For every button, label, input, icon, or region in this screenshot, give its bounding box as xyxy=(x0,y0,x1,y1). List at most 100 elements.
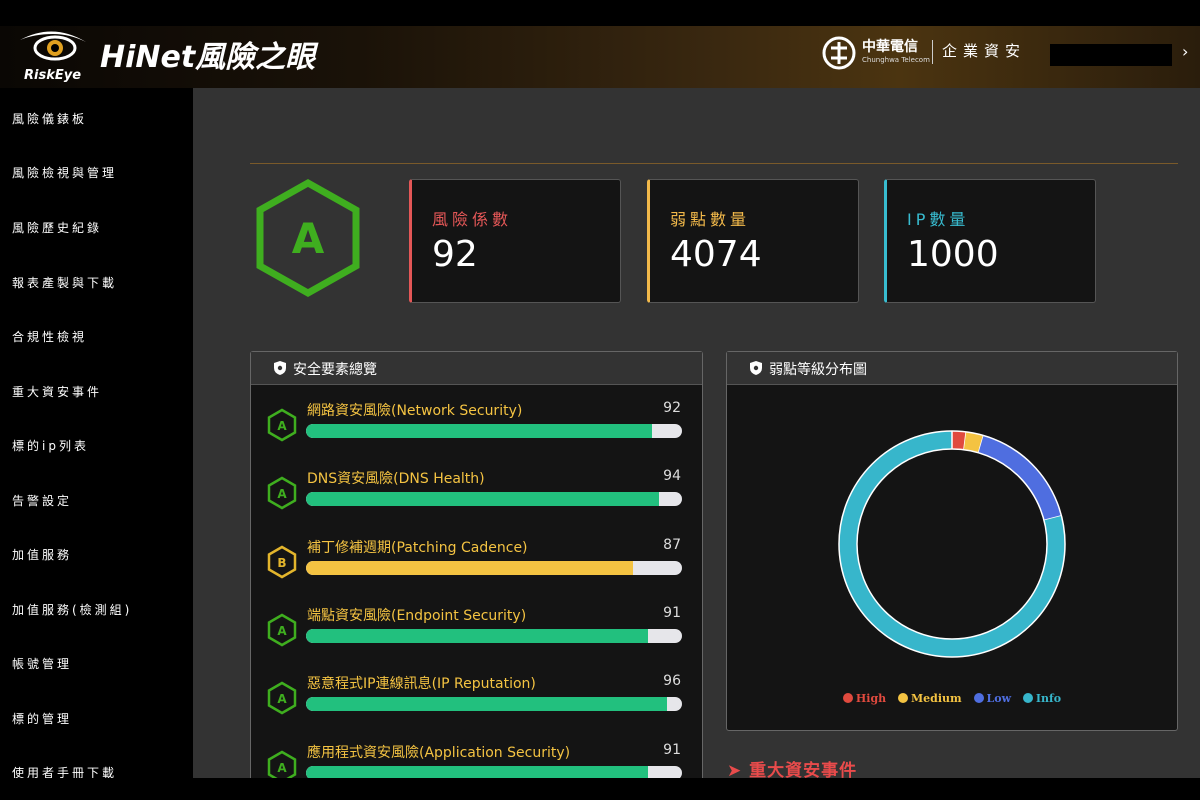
window-top-border xyxy=(0,0,1200,26)
row-score: 91 xyxy=(663,605,681,621)
stat-card-ip-count: IP數量 1000 xyxy=(884,179,1096,303)
score-bar-fill xyxy=(306,492,660,506)
vulnerability-donut-chart xyxy=(838,430,1066,658)
security-row[interactable]: A 惡意程式IP連線訊息(IP Reputation) 96 xyxy=(251,669,701,729)
grade-hexagon-icon: A xyxy=(267,681,297,715)
security-row[interactable]: A 端點資安風險(Endpoint Security) 91 xyxy=(251,601,701,661)
overall-grade-hexagon-icon: A xyxy=(256,178,360,298)
sidebar-item-compliance[interactable]: 合規性檢視 xyxy=(12,328,87,345)
grade-letter: A xyxy=(277,419,287,433)
grade-letter: B xyxy=(277,556,286,570)
sidebar-item-alert-settings[interactable]: 告警設定 xyxy=(12,492,72,509)
sidebar-item-value-added[interactable]: 加值服務 xyxy=(12,546,72,563)
grade-hexagon-icon: A xyxy=(267,476,297,510)
row-label: 補丁修補週期(Patching Cadence) xyxy=(307,540,528,556)
stat-label: 弱點數量 xyxy=(670,210,751,229)
user-account-box[interactable] xyxy=(1050,44,1172,66)
section-divider xyxy=(250,163,1178,164)
sidebar: 風險儀錶板 風險檢視與管理 風險歷史紀錄 報表產製與下載 合規性檢視 重大資安事… xyxy=(0,88,193,780)
company-subtitle: Chunghwa Telecom xyxy=(862,56,930,64)
main-content: A 風險係數 92 弱點數量 4074 IP數量 1000 安全要素總覽 A 網… xyxy=(193,88,1200,778)
legend-item-low[interactable]: Low xyxy=(973,692,1012,705)
stat-value: 92 xyxy=(432,234,478,275)
security-row[interactable]: A 應用程式資安風險(Application Security) 91 xyxy=(251,738,701,778)
legend-item-high[interactable]: High xyxy=(842,692,887,705)
legend-label: High xyxy=(855,692,887,705)
sidebar-item-major-incidents[interactable]: 重大資安事件 xyxy=(12,383,102,400)
donut-slice-high[interactable] xyxy=(951,431,967,450)
stat-label: 風險係數 xyxy=(432,210,513,229)
sidebar-item-risk-history[interactable]: 風險歷史紀錄 xyxy=(12,219,102,236)
stat-value: 1000 xyxy=(907,234,999,275)
grade-letter: A xyxy=(277,624,287,638)
score-bar-track xyxy=(306,492,682,506)
grade-hexagon-icon: A xyxy=(267,750,297,778)
stat-card-risk-score: 風險係數 92 xyxy=(409,179,621,303)
sidebar-item-risk-review[interactable]: 風險檢視與管理 xyxy=(12,164,117,181)
company-name: 中華電信 xyxy=(862,39,918,55)
row-label: 網路資安風險(Network Security) xyxy=(307,403,523,419)
vulnerability-distribution-panel: 弱點等級分布圖 High Medium Low Info xyxy=(726,351,1178,731)
grade-letter: A xyxy=(277,692,287,706)
donut-inner-edge xyxy=(856,448,1048,640)
legend-dot xyxy=(842,693,853,703)
stat-label: IP數量 xyxy=(907,210,970,229)
panel-header: 弱點等級分布圖 xyxy=(727,352,1177,385)
sidebar-item-risk-dashboard[interactable]: 風險儀錶板 xyxy=(12,110,87,127)
legend-label: Info xyxy=(1035,692,1062,705)
donut-slice-low[interactable] xyxy=(978,435,1062,521)
score-bar-fill xyxy=(306,629,649,643)
sidebar-item-reports[interactable]: 報表產製與下載 xyxy=(12,274,117,291)
grade-hexagon-icon: A xyxy=(267,408,297,442)
chart-legend: High Medium Low Info xyxy=(727,692,1177,705)
grade-letter: A xyxy=(277,761,287,775)
grade-hexagon-icon: B xyxy=(267,545,297,579)
row-label: 惡意程式IP連線訊息(IP Reputation) xyxy=(307,676,536,692)
panel-header: 安全要素總覽 xyxy=(251,352,702,385)
window-bottom-border xyxy=(0,778,1200,800)
score-bar-track xyxy=(306,697,682,711)
overall-grade-letter: A xyxy=(292,214,325,263)
row-score: 87 xyxy=(663,537,681,553)
row-score: 94 xyxy=(663,468,681,484)
chevron-right-icon[interactable]: › xyxy=(1182,42,1188,61)
legend-label: Medium xyxy=(910,692,962,705)
arrow-right-icon: ➤ xyxy=(727,761,743,778)
legend-dot xyxy=(897,693,908,703)
donut-slice-medium[interactable] xyxy=(963,431,984,453)
sidebar-item-value-added-testing[interactable]: 加值服務(檢測組) xyxy=(12,601,132,618)
row-score: 92 xyxy=(663,400,681,416)
row-score: 91 xyxy=(663,742,681,758)
riskeye-logo-text: RiskEye xyxy=(24,68,82,83)
app-title[interactable]: HiNet風險之眼 xyxy=(100,32,315,76)
row-score: 96 xyxy=(663,673,681,689)
chunghwa-logo-icon xyxy=(822,36,856,70)
sidebar-item-account-management[interactable]: 帳號管理 xyxy=(12,655,72,672)
major-events-heading[interactable]: ➤ 重大資安事件 xyxy=(727,756,857,778)
header-divider xyxy=(932,40,933,64)
major-events-label: 重大資安事件 xyxy=(749,761,858,778)
score-bar-fill xyxy=(306,561,634,575)
security-overview-panel: 安全要素總覽 A 網路資安風險(Network Security) 92 A D… xyxy=(250,351,703,778)
row-label: DNS資安風險(DNS Health) xyxy=(307,471,485,487)
legend-item-medium[interactable]: Medium xyxy=(897,692,962,705)
security-row[interactable]: A 網路資安風險(Network Security) 92 xyxy=(251,396,701,456)
sidebar-item-target-management[interactable]: 標的管理 xyxy=(12,710,72,727)
sidebar-item-target-ip-list[interactable]: 標的ip列表 xyxy=(12,437,89,454)
stat-value: 4074 xyxy=(670,234,762,275)
shield-icon xyxy=(750,361,762,375)
stat-card-vulnerability-count: 弱點數量 4074 xyxy=(647,179,859,303)
legend-label: Low xyxy=(986,692,1012,705)
score-bar-fill xyxy=(306,424,652,438)
section-label: 企業資安 xyxy=(942,42,1027,60)
score-bar-track xyxy=(306,561,682,575)
score-bar-fill xyxy=(306,697,667,711)
grade-letter: A xyxy=(277,487,287,501)
row-label: 端點資安風險(Endpoint Security) xyxy=(307,608,527,624)
security-row[interactable]: B 補丁修補週期(Patching Cadence) 87 xyxy=(251,533,701,593)
score-bar-track xyxy=(306,766,682,778)
score-bar-fill xyxy=(306,766,649,778)
legend-item-info[interactable]: Info xyxy=(1022,692,1062,705)
score-bar-track xyxy=(306,629,682,643)
security-row[interactable]: A DNS資安風險(DNS Health) 94 xyxy=(251,464,701,524)
